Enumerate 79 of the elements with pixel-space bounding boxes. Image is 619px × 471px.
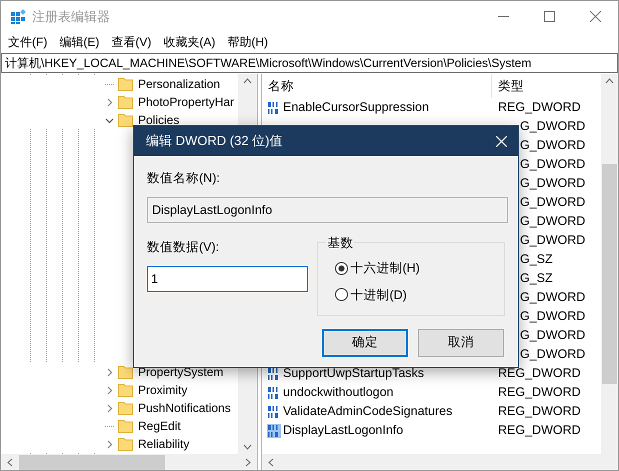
binary-value-icon [267,100,281,114]
address-bar[interactable]: 计算机\HKEY_LOCAL_MACHINE\SOFTWARE\Microsoft\Windows\CurrentVersion\Policies\System [1,53,618,73]
scroll-left-icon[interactable] [268,458,274,467]
horizontal-scrollbar[interactable] [262,454,618,470]
value-type: REG_DWORD [498,384,581,402]
menu-item[interactable]: 编辑(E) [59,33,100,51]
value-type: G_DWORD [520,194,586,212]
value-type: G_DWORD [520,346,586,364]
tree-item[interactable]: Policies [138,111,180,129]
chevron-right-icon[interactable] [105,98,114,106]
value-name[interactable]: DisplayLastLogonInfo [283,421,404,440]
dialog-button[interactable]: 取消 [418,328,504,357]
radio-option[interactable]: 十六进制(H) [335,258,420,278]
scroll-left-icon[interactable] [7,458,13,467]
scrollbar-thumb[interactable] [19,455,165,470]
folder-icon [118,419,133,433]
value-name[interactable]: SupportUwpStartupTasks [283,364,424,383]
value-type: G_DWORD [520,156,586,174]
value-type: G_DWORD [520,175,586,192]
dialog-button[interactable]: 确定 [322,328,408,357]
window-title: 注册表编辑器 [32,8,110,26]
scroll-down-icon[interactable] [243,444,252,450]
value-type: G_DWORD [520,308,586,326]
scroll-up-icon[interactable] [243,78,252,84]
menu-item[interactable]: 收藏夹(A) [163,33,216,51]
value-name[interactable]: EnableCursorSuppression [283,98,429,117]
value-type: G_DWORD [520,289,586,306]
dialog-title: 编辑 DWORD (32 位)值 [146,132,284,150]
tree-item[interactable]: PhotoPropertyHar [138,93,234,111]
folder-icon [118,401,133,415]
tree-item[interactable]: Reliability [138,435,190,453]
scrollbar-thumb[interactable] [602,164,617,384]
chevron-down-icon[interactable] [105,116,114,124]
binary-value-icon [267,386,281,400]
value-name-field[interactable]: DisplayLastLogonInfo [147,196,508,223]
value-name[interactable]: undockwithoutlogon [283,383,394,402]
value-type: G_DWORD [520,213,586,230]
tree-item[interactable]: PushNotifications [138,399,231,417]
value-type: G_SZ [520,270,553,288]
value-type: G_DWORD [520,232,586,250]
tree-item[interactable]: RegEdit [138,417,181,435]
column-header[interactable]: 类型 [492,76,524,96]
radio-option[interactable]: 十进制(D) [335,286,407,304]
value-type: REG_DWORD [498,99,581,116]
folder-icon [118,113,133,127]
minimize-icon[interactable] [498,16,508,17]
scroll-up-icon[interactable] [605,78,614,84]
folder-icon [118,95,133,109]
field-label: 数值名称(N): [147,170,221,187]
chevron-right-icon[interactable] [105,440,114,448]
value-type: G_DWORD [520,137,586,154]
tree-item[interactable]: Personalization [138,75,220,93]
value-type: REG_DWORD [498,365,581,382]
menu-item[interactable]: 文件(F) [8,33,48,51]
column-header[interactable]: 名称 [262,74,492,98]
binary-value-icon [267,424,281,438]
maximize-icon[interactable] [544,11,554,22]
menu-item[interactable]: 帮助(H) [227,33,268,51]
scrollbar[interactable] [601,74,618,454]
registry-app-icon [10,8,26,24]
value-type: REG_DWORD [498,403,581,420]
value-data-field[interactable]: 1 [147,266,308,292]
value-type: REG_DWORD [498,422,581,440]
folder-icon [118,77,133,91]
scroll-right-icon[interactable] [245,458,251,467]
radio-button[interactable] [335,288,348,302]
radio-button[interactable] [335,262,348,275]
value-name[interactable]: ValidateAdminCodeSignatures [283,402,452,421]
folder-icon [118,437,133,451]
horizontal-scrollbar[interactable] [1,454,257,470]
folder-icon [118,365,133,379]
folder-icon [118,383,133,397]
value-type: G_DWORD [520,118,586,136]
field-label: 数值数据(V): [147,238,220,256]
menu-item[interactable]: 查看(V) [111,33,152,51]
value-type: G_DWORD [520,327,586,344]
binary-value-icon [267,404,281,418]
value-type: G_SZ [520,251,553,268]
tree-item[interactable]: Proximity [138,381,188,399]
